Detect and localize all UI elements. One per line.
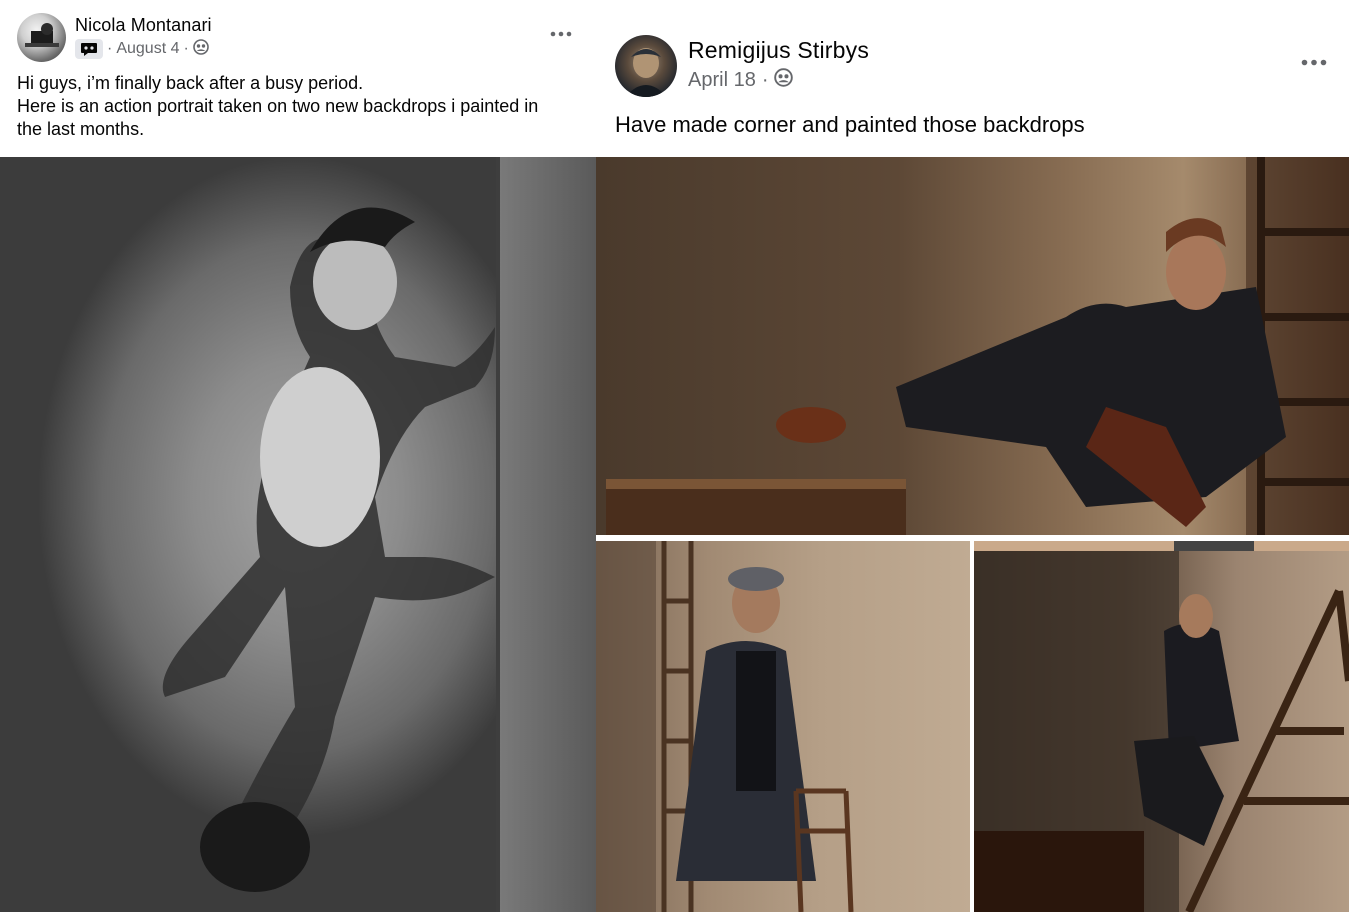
- group-audience-icon: [774, 67, 794, 93]
- more-options-icon[interactable]: [548, 28, 574, 40]
- author-name[interactable]: Remigijus Stirbys: [688, 37, 869, 64]
- author-avatar[interactable]: [17, 13, 66, 62]
- post-photo-seated[interactable]: [596, 157, 1349, 535]
- post-photo-ladder[interactable]: [974, 541, 1349, 912]
- post-meta: April 18 ·: [688, 67, 794, 93]
- post-text: Hi guys, i’m finally back after a busy p…: [17, 72, 577, 141]
- screenshot-collage: Nicola Montanari · August 4 · Hi guys, i…: [0, 0, 1349, 912]
- meta-separator: ·: [183, 40, 189, 57]
- post-date[interactable]: April 18: [688, 69, 756, 92]
- post-photo[interactable]: [0, 157, 596, 912]
- avatar-photo-icon: [25, 23, 59, 47]
- group-audience-icon: [193, 38, 209, 60]
- meta-separator: ·: [107, 40, 113, 57]
- author-avatar[interactable]: [615, 35, 677, 97]
- post-photo-standing[interactable]: [596, 541, 970, 912]
- post-text-line: the last months.: [17, 119, 145, 139]
- post-date[interactable]: August 4: [116, 40, 179, 58]
- post-text-line: Hi guys, i’m finally back after a busy p…: [17, 73, 364, 93]
- more-options-icon[interactable]: [1299, 55, 1329, 69]
- avatar-photo-icon: [625, 48, 667, 97]
- post-nicola: Nicola Montanari · August 4 · Hi guys, i…: [0, 0, 596, 912]
- photo-divider: [970, 541, 974, 912]
- post-text-line: Here is an action portrait taken on two …: [17, 96, 539, 116]
- post-header: Nicola Montanari · August 4 ·: [17, 13, 587, 65]
- post-text: Have made corner and painted those backd…: [615, 112, 1085, 137]
- author-name[interactable]: Nicola Montanari: [75, 15, 212, 36]
- meta-separator: ·: [761, 68, 769, 91]
- post-meta: · August 4 ·: [75, 38, 209, 60]
- group-chat-icon[interactable]: [75, 39, 103, 59]
